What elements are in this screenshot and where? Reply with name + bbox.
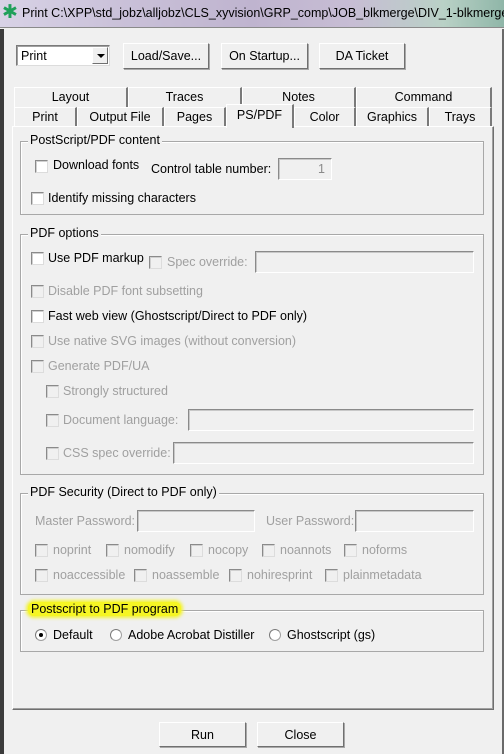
use-pdf-markup-label: Use PDF markup bbox=[48, 251, 144, 265]
fast-web-view-label: Fast web view (Ghostscript/Direct to PDF… bbox=[48, 309, 308, 323]
load-save-button[interactable]: Load/Save... bbox=[123, 43, 209, 69]
group-title: PostScript/PDF content bbox=[28, 133, 162, 147]
radio-ghostscript-label: Ghostscript (gs) bbox=[287, 628, 376, 642]
group-title: Postscript to PDF program bbox=[28, 602, 182, 616]
mode-select[interactable]: Print bbox=[16, 45, 110, 66]
radio-acrobat-distiller-label: Adobe Acrobat Distiller bbox=[128, 628, 255, 642]
user-password-input[interactable] bbox=[355, 510, 474, 532]
native-svg-label: Use native SVG images (without conversio… bbox=[48, 334, 297, 348]
disable-subsetting-label: Disable PDF font subsetting bbox=[48, 284, 203, 298]
flag-noforms-checkbox[interactable] bbox=[344, 544, 357, 557]
document-language-label: Document language: bbox=[63, 413, 179, 427]
css-spec-override-checkbox[interactable] bbox=[46, 447, 59, 460]
radio-ghostscript[interactable] bbox=[269, 629, 281, 641]
tab-pages[interactable]: Pages bbox=[164, 107, 226, 127]
document-language-checkbox[interactable] bbox=[46, 414, 59, 427]
run-button[interactable]: Run bbox=[159, 722, 246, 747]
css-spec-override-input[interactable] bbox=[173, 442, 474, 464]
fast-web-view-checkbox[interactable] bbox=[31, 310, 44, 323]
da-ticket-button[interactable]: DA Ticket bbox=[319, 43, 405, 69]
flag-plainmetadata-checkbox[interactable] bbox=[325, 569, 338, 582]
flag-noforms-label: noforms bbox=[362, 543, 408, 557]
tab-output-file[interactable]: Output File bbox=[77, 107, 164, 127]
window-title: Print C:\XPP\std_jobz\alljobz\CLS_xyvisi… bbox=[22, 6, 504, 20]
group-title: PDF options bbox=[28, 226, 101, 240]
radio-acrobat-distiller[interactable] bbox=[110, 629, 122, 641]
user-password-label: User Password: bbox=[266, 514, 355, 528]
master-password-label: Master Password: bbox=[35, 514, 136, 528]
disable-subsetting-checkbox[interactable] bbox=[31, 285, 44, 298]
download-fonts-checkbox[interactable] bbox=[35, 160, 48, 173]
spec-override-checkbox[interactable] bbox=[149, 256, 162, 269]
identify-missing-checkbox[interactable] bbox=[31, 192, 44, 205]
tab-ps-pdf[interactable]: PS/PDF bbox=[226, 104, 294, 128]
flag-nohiresprint-checkbox[interactable] bbox=[229, 569, 242, 582]
flag-noprint-checkbox[interactable] bbox=[35, 544, 48, 557]
flag-noaccessible-label: noaccessible bbox=[53, 568, 126, 582]
control-table-label: Control table number: bbox=[151, 162, 272, 176]
title-bar[interactable]: ✱ Print C:\XPP\std_jobz\alljobz\CLS_xyvi… bbox=[0, 0, 504, 28]
flag-nohiresprint-label: nohiresprint bbox=[247, 568, 313, 582]
tab-graphics[interactable]: Graphics bbox=[356, 107, 429, 127]
flag-noaccessible-checkbox[interactable] bbox=[35, 569, 48, 582]
flag-noprint-label: noprint bbox=[53, 543, 92, 557]
identify-missing-label: Identify missing characters bbox=[48, 191, 196, 205]
flag-nocopy-label: nocopy bbox=[208, 543, 249, 557]
document-language-input[interactable] bbox=[188, 409, 474, 431]
spec-override-label: Spec override: bbox=[167, 255, 248, 269]
flag-nocopy-checkbox[interactable] bbox=[190, 544, 203, 557]
css-spec-override-label: CSS spec override: bbox=[63, 446, 171, 460]
control-table-input[interactable]: 1 bbox=[278, 158, 332, 180]
master-password-input[interactable] bbox=[137, 510, 255, 532]
flag-nomodify-label: nomodify bbox=[124, 543, 175, 557]
flag-noannots-label: noannots bbox=[280, 543, 332, 557]
tab-print[interactable]: Print bbox=[14, 107, 77, 127]
tab-layout[interactable]: Layout bbox=[14, 87, 128, 107]
tab-traces[interactable]: Traces bbox=[128, 87, 242, 107]
strongly-structured-label: Strongly structured bbox=[63, 384, 168, 398]
mode-select-value: Print bbox=[21, 49, 47, 63]
flag-nomodify-checkbox[interactable] bbox=[106, 544, 119, 557]
spec-override-input[interactable] bbox=[255, 251, 474, 273]
flag-noannots-checkbox[interactable] bbox=[262, 544, 275, 557]
native-svg-checkbox[interactable] bbox=[31, 335, 44, 348]
radio-default-label: Default bbox=[53, 628, 93, 642]
radio-default[interactable] bbox=[35, 629, 47, 641]
use-pdf-markup-checkbox[interactable] bbox=[31, 252, 44, 265]
tab-command[interactable]: Command bbox=[356, 87, 492, 107]
generate-pdfua-checkbox[interactable] bbox=[31, 360, 44, 373]
chevron-down-icon[interactable] bbox=[92, 47, 108, 64]
download-fonts-label: Download fonts bbox=[53, 158, 140, 172]
flag-plainmetadata-label: plainmetadata bbox=[343, 568, 422, 582]
tab-color[interactable]: Color bbox=[294, 107, 356, 127]
flag-noassemble-label: noassemble bbox=[152, 568, 220, 582]
group-title: PDF Security (Direct to PDF only) bbox=[28, 485, 219, 499]
flag-noassemble-checkbox[interactable] bbox=[134, 569, 147, 582]
tab-trays[interactable]: Trays bbox=[429, 107, 492, 127]
asterisk-app-icon: ✱ bbox=[2, 2, 18, 23]
strongly-structured-checkbox[interactable] bbox=[46, 385, 59, 398]
close-button[interactable]: Close bbox=[257, 722, 344, 747]
on-startup-button[interactable]: On Startup... bbox=[221, 43, 308, 69]
generate-pdfua-label: Generate PDF/UA bbox=[48, 359, 150, 373]
